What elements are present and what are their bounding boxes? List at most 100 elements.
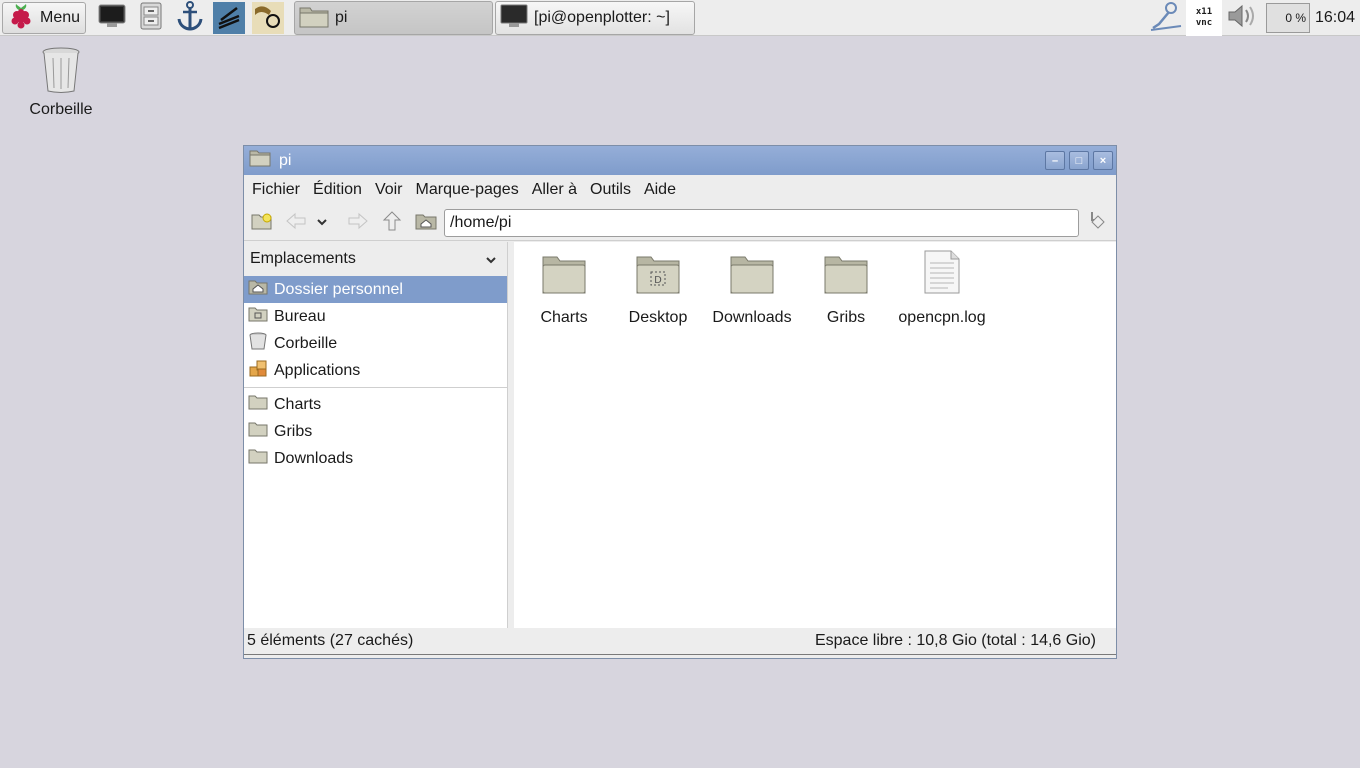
desktop-folder-icon [248,306,268,327]
chevron-down-icon [485,252,497,270]
anchor-icon [176,0,204,36]
trash-icon [41,47,81,98]
map-tool-launcher[interactable] [252,2,284,34]
close-button[interactable]: × [1093,151,1113,170]
file-manager-launcher[interactable] [135,2,167,34]
vnc-line1: x11 [1195,7,1213,17]
sidebar-item-label: Downloads [274,449,354,467]
terminal-launcher[interactable] [96,2,128,34]
file-cabinet-icon [139,2,163,35]
file-name: Gribs [826,309,866,326]
path-input[interactable]: /home/pi [444,209,1079,237]
task-file-manager[interactable]: pi [294,1,493,35]
menu-edition[interactable]: Édition [313,181,368,199]
sidebar-separator [244,384,507,388]
menu-fichier[interactable]: Fichier [252,181,306,199]
chart-plotter-icon [215,2,243,35]
folder-icon [823,253,869,300]
menu-bar: Fichier Édition Voir Marque-pages Aller … [244,175,1116,205]
terminal-icon [500,4,528,33]
jump-arrow-icon [1088,210,1108,237]
sidebar-item-home[interactable]: Dossier personnel [244,276,507,303]
sidebar-item-gribs[interactable]: Gribs [244,418,507,445]
status-item-count: 5 éléments (27 cachés) [247,632,414,649]
folder-icon [729,253,775,300]
maximize-button[interactable]: □ [1069,151,1089,170]
new-tab-button[interactable] [250,211,274,235]
history-dropdown[interactable] [314,211,330,235]
window-body: Emplacements Dossier personnel Bureau Co… [244,242,1116,628]
map-tool-icon [253,1,283,36]
folder-icon [299,4,329,33]
menu-label: Menu [40,9,81,26]
status-free-space: Espace libre : 10,8 Gio (total : 14,6 Gi… [814,632,1096,649]
minimize-button[interactable]: – [1045,151,1065,170]
sidebar-item-applications[interactable]: Applications [244,357,507,384]
chevron-down-icon [316,214,328,232]
cpu-monitor[interactable]: 0 % [1265,0,1311,36]
home-folder-icon [415,212,437,235]
text-file-icon [923,249,961,300]
file-item-charts[interactable]: Charts [518,250,610,327]
terminal-icon [98,3,126,34]
menu-marque-pages[interactable]: Marque-pages [416,181,525,199]
anchor-launcher[interactable] [174,0,206,36]
go-button[interactable] [1086,211,1110,235]
menu-button[interactable]: Menu [2,2,86,34]
vnc-tray[interactable]: x11 vnc [1186,0,1222,36]
cpu-usage: 0 % [1266,3,1310,33]
file-item-opencpn-log[interactable]: opencpn.log [896,250,988,327]
file-item-gribs[interactable]: Gribs [800,250,892,327]
file-manager-window: pi – □ × Fichier Édition Voir Marque-pag… [243,145,1117,659]
forward-button[interactable] [346,211,370,235]
task-terminal[interactable]: [pi@openplotter: ~] [495,1,695,35]
folder-icon [248,394,268,415]
sidebar-item-downloads[interactable]: Downloads [244,445,507,472]
new-folder-icon [251,212,273,235]
file-name: opencpn.log [898,309,986,326]
file-name: Charts [540,309,588,326]
window-titlebar[interactable]: pi – □ × [244,146,1116,175]
volume-tray[interactable] [1224,0,1262,36]
sidebar-header-label: Emplacements [250,250,356,267]
sidebar-item-label: Applications [274,361,361,379]
sidebar-header[interactable]: Emplacements [244,242,507,276]
sidebar-item-bureau[interactable]: Bureau [244,303,507,330]
back-button[interactable] [284,211,308,235]
toolbar: /home/pi [244,205,1116,241]
network-icon [1149,0,1183,37]
file-view: Charts D Desktop Downloads Gribs opencpn… [514,242,1116,628]
network-tray[interactable] [1148,0,1184,36]
arrow-up-icon [382,210,402,237]
folder-icon [248,448,268,469]
file-name: Downloads [712,309,792,326]
taskbar: Menu pi [pi@openplotter: ~] x11 vnc 0 % … [0,0,1360,36]
home-button[interactable] [414,211,438,235]
file-item-downloads[interactable]: Downloads [706,250,798,327]
menu-voir[interactable]: Voir [375,181,409,199]
menu-aller-a[interactable]: Aller à [532,181,583,199]
folder-icon [541,253,587,300]
arrow-right-icon [347,212,369,235]
menu-outils[interactable]: Outils [590,181,637,199]
window-title: pi [279,151,292,169]
sidebar-item-label: Gribs [274,422,313,440]
chart-plotter-launcher[interactable] [213,2,245,34]
trash-icon [248,332,268,355]
sidebar-item-label: Corbeille [274,334,338,352]
applications-icon [248,358,268,383]
menu-aide[interactable]: Aide [644,181,682,199]
up-button[interactable] [380,210,404,237]
sidebar-item-corbeille[interactable]: Corbeille [244,330,507,357]
file-name: Desktop [628,309,688,326]
folder-icon [248,421,268,442]
sidebar-item-charts[interactable]: Charts [244,391,507,418]
arrow-left-icon [285,212,307,235]
sidebar-item-label: Charts [274,395,322,413]
clock[interactable]: 16:04 [1313,0,1357,36]
window-bottom-edge [244,654,1116,658]
task-label: pi [335,9,348,26]
sidebar: Emplacements Dossier personnel Bureau Co… [244,242,508,628]
file-item-desktop[interactable]: D Desktop [612,250,704,327]
desktop-trash[interactable]: Corbeille [22,46,100,119]
